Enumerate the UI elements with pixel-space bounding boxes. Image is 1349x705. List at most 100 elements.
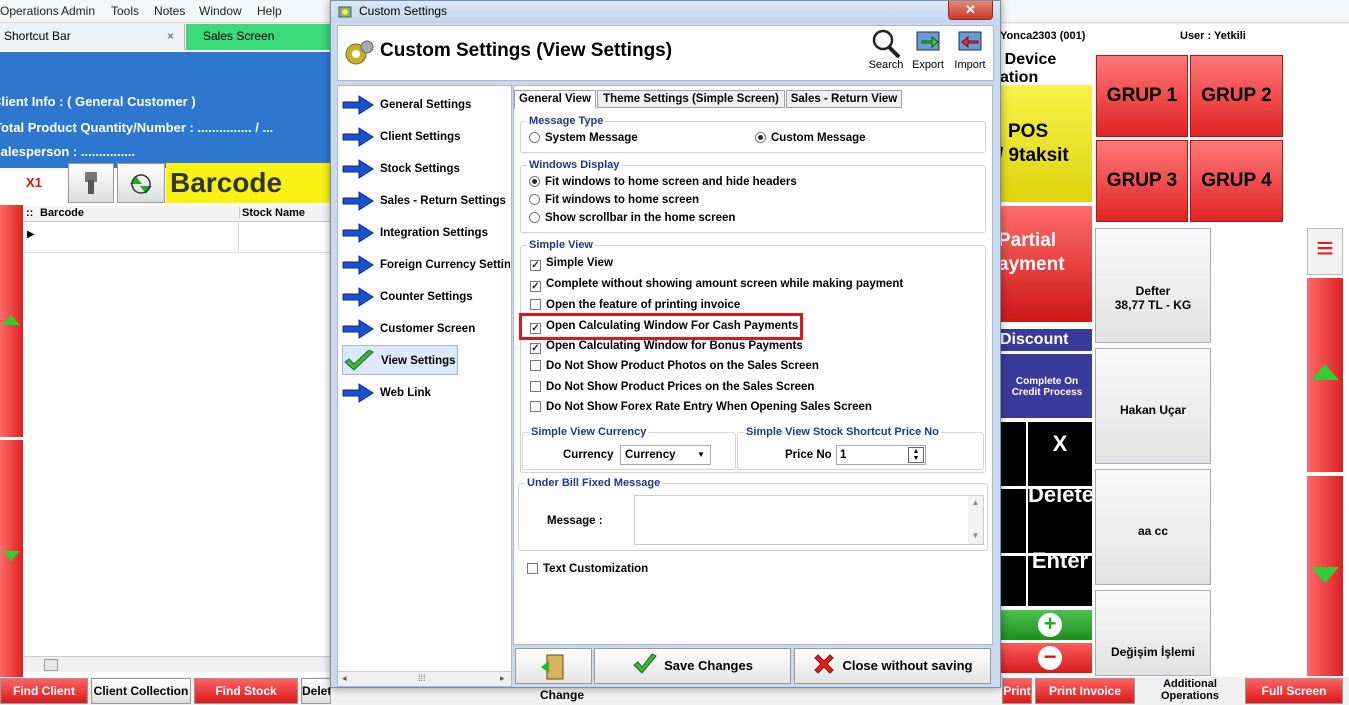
nav-web-link[interactable]: Web Link bbox=[342, 378, 510, 408]
partial-payment-button[interactable]: Partial ayment bbox=[998, 206, 1092, 322]
menu-tools[interactable]: Tools bbox=[111, 4, 139, 18]
stepper-arrows-icon[interactable]: ▲ ▼ bbox=[908, 447, 924, 463]
scroll-down-icon: ▼ bbox=[971, 531, 980, 540]
nav-sales-return-settings[interactable]: Sales - Return Settings bbox=[342, 186, 510, 216]
tile-scroll-up[interactable] bbox=[1307, 278, 1343, 472]
product-tile-1[interactable]: Defter 38,77 TL - KG bbox=[1095, 228, 1211, 343]
partial-label1: Partial bbox=[998, 230, 1057, 251]
textarea-scrollbar[interactable]: ▲ ▼ bbox=[968, 496, 983, 544]
complete-without-amount-checkbox[interactable]: ✓ Complete without showing amount screen … bbox=[530, 278, 903, 292]
key-delete[interactable]: Delete bbox=[1028, 484, 1094, 553]
delete-row-button[interactable]: Delete Row bbox=[301, 678, 331, 704]
credit-button[interactable]: Complete On Credit Process bbox=[1000, 354, 1092, 418]
close-without-saving-button[interactable]: Close without saving bbox=[794, 648, 991, 684]
tab-shortcut-bar[interactable]: Shortcut Bar × bbox=[0, 24, 185, 50]
pos-button[interactable]: POS / 9taksit bbox=[998, 85, 1092, 202]
checkbox-icon: ✓ bbox=[530, 343, 541, 354]
discount-button[interactable]: Discount bbox=[1000, 329, 1092, 351]
menu-admin[interactable]: Admin bbox=[61, 4, 95, 18]
print-invoice-button[interactable]: Print Invoice bbox=[1035, 678, 1135, 704]
additional-operations-button[interactable]: Additional Operations bbox=[1138, 678, 1242, 705]
group-button-2[interactable]: GRUP 2 bbox=[1190, 55, 1283, 137]
key-blank3[interactable] bbox=[1000, 556, 1026, 606]
exit-door-button[interactable] bbox=[515, 648, 592, 684]
col-stock-name[interactable]: Stock Name bbox=[239, 207, 305, 219]
key-enter[interactable]: Enter bbox=[1028, 550, 1092, 606]
menu-help[interactable]: Help bbox=[257, 4, 282, 18]
minus-button[interactable]: − bbox=[1000, 643, 1092, 673]
client-collection-button[interactable]: Client Collection bbox=[91, 678, 191, 704]
full-screen-button[interactable]: Full Screen bbox=[1245, 678, 1343, 704]
fit-hide-headers-radio[interactable]: Fit windows to home screen and hide head… bbox=[529, 176, 797, 188]
nav-client-settings[interactable]: Client Settings bbox=[342, 122, 510, 152]
nav-general-settings[interactable]: General Settings bbox=[342, 90, 510, 120]
scroll-thumb[interactable] bbox=[44, 659, 58, 671]
show-scrollbar-radio[interactable]: Show scrollbar in the home screen bbox=[529, 212, 735, 224]
arrow-right-icon bbox=[342, 383, 374, 403]
tile-scroll-down[interactable] bbox=[1307, 476, 1343, 676]
tab-sales-return-view[interactable]: Sales - Return View bbox=[786, 90, 902, 108]
menu-operations[interactable]: Operations bbox=[0, 4, 59, 18]
grid-header: :: Barcode Stock Name bbox=[24, 206, 330, 222]
find-stock-button[interactable]: Find Stock bbox=[194, 678, 298, 704]
tab-sales-screen[interactable]: Sales Screen bbox=[186, 24, 332, 50]
group-button-4[interactable]: GRUP 4 bbox=[1190, 140, 1283, 222]
change-button[interactable]: Change bbox=[540, 688, 584, 705]
hide-prices-checkbox[interactable]: Do Not Show Product Prices on the Sales … bbox=[530, 381, 814, 393]
scroll-up-strip[interactable] bbox=[0, 205, 23, 437]
key-blank1[interactable] bbox=[1000, 422, 1026, 486]
scroll-right-icon: ▸ bbox=[500, 673, 505, 683]
arrow-right-icon bbox=[342, 223, 374, 243]
nav-scrollbar[interactable]: ◂ ⁞⁞⁞ ▸ bbox=[338, 671, 511, 686]
hamburger-menu-icon[interactable]: ≡ bbox=[1307, 228, 1343, 275]
hide-photos-checkbox[interactable]: Do Not Show Product Photos on the Sales … bbox=[530, 360, 819, 372]
nav-stock-settings[interactable]: Stock Settings bbox=[342, 154, 510, 184]
tab-general-view[interactable]: General View bbox=[514, 90, 596, 109]
group-button-1[interactable]: GRUP 1 bbox=[1096, 55, 1188, 137]
nav-customer-screen[interactable]: Customer Screen bbox=[342, 314, 510, 344]
system-message-radio[interactable]: System Message bbox=[529, 132, 638, 144]
fit-home-radio[interactable]: Fit windows to home screen bbox=[529, 194, 699, 206]
cash-payments-checkbox[interactable]: ✓ Open Calculating Window For Cash Paymen… bbox=[530, 320, 798, 334]
find-client-button[interactable]: Find Client bbox=[0, 678, 88, 704]
close-icon[interactable]: ✕ bbox=[948, 1, 993, 20]
bonus-payments-checkbox[interactable]: ✓ Open Calculating Window for Bonus Payme… bbox=[530, 340, 803, 354]
price-no-stepper[interactable]: 1 ▲ ▼ bbox=[836, 445, 926, 465]
nav-integration-settings[interactable]: Integration Settings bbox=[342, 218, 510, 248]
scroll-down-strip[interactable] bbox=[0, 440, 23, 677]
horizontal-scrollbar[interactable] bbox=[24, 656, 330, 672]
barcode-label[interactable]: Barcode bbox=[166, 163, 330, 203]
import-tool-button[interactable]: Import bbox=[950, 28, 990, 78]
col-barcode[interactable]: Barcode bbox=[40, 207, 84, 219]
grid-row[interactable]: ▶ bbox=[24, 223, 330, 253]
nav-foreign-currency-settings[interactable]: Foreign Currency Settings bbox=[342, 250, 510, 280]
product-tile-2[interactable]: Hakan Uçar bbox=[1095, 348, 1211, 464]
close-icon[interactable]: × bbox=[167, 24, 174, 48]
nav-view-settings[interactable]: View Settings bbox=[342, 345, 458, 375]
key-blank2[interactable] bbox=[1000, 489, 1026, 553]
print-button[interactable]: Print bbox=[1002, 678, 1032, 704]
plus-button[interactable]: + bbox=[1000, 610, 1092, 640]
menu-notes[interactable]: Notes bbox=[154, 4, 185, 18]
menu-window[interactable]: Window bbox=[199, 4, 242, 18]
printing-invoice-checkbox[interactable]: Open the feature of printing invoice bbox=[530, 299, 740, 311]
key-x[interactable]: X bbox=[1028, 422, 1092, 486]
scanner-button[interactable] bbox=[68, 163, 114, 203]
hide-forex-checkbox[interactable]: Do Not Show Forex Rate Entry When Openin… bbox=[530, 401, 872, 413]
refresh-button[interactable] bbox=[117, 163, 165, 203]
currency-select[interactable]: Currency ▼ bbox=[620, 445, 711, 465]
custom-message-radio[interactable]: Custom Message bbox=[755, 132, 866, 144]
nav-label: General Settings bbox=[380, 99, 472, 111]
text-customization-checkbox[interactable]: Text Customization bbox=[527, 563, 648, 575]
message-textarea[interactable]: ▲ ▼ bbox=[634, 495, 984, 545]
export-tool-button[interactable]: Export bbox=[908, 28, 948, 78]
nav-counter-settings[interactable]: Counter Settings bbox=[342, 282, 510, 312]
search-tool-button[interactable]: Search bbox=[866, 28, 906, 78]
group-button-3[interactable]: GRUP 3 bbox=[1096, 140, 1188, 222]
product-tile-4[interactable]: Değişim İşlemi bbox=[1095, 590, 1211, 676]
grid-handle: :: bbox=[26, 207, 34, 219]
product-tile-3[interactable]: aa cc bbox=[1095, 469, 1211, 585]
simple-view-checkbox[interactable]: ✓ Simple View bbox=[530, 257, 613, 271]
tab-theme-settings[interactable]: Theme Settings (Simple Screen) bbox=[597, 90, 785, 108]
save-changes-button[interactable]: Save Changes bbox=[594, 648, 791, 684]
